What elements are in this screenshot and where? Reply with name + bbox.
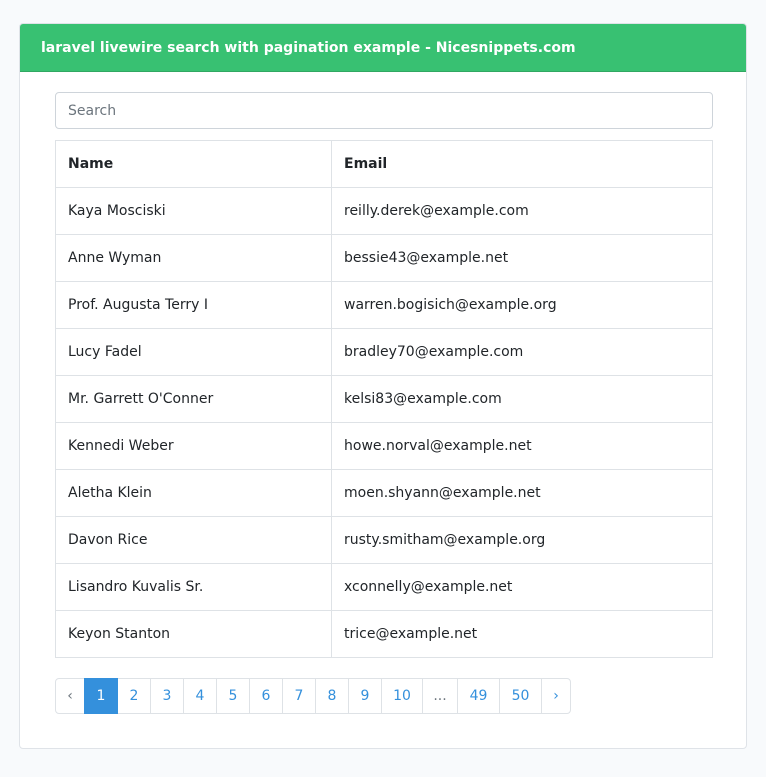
cell-email: howe.norval@example.net bbox=[331, 422, 713, 470]
table-row: Lucy Fadel bradley70@example.com bbox=[55, 328, 713, 376]
pagination-page-1[interactable]: 1 bbox=[84, 678, 118, 714]
cell-name: Davon Rice bbox=[55, 516, 332, 564]
pagination-page-8[interactable]: 8 bbox=[315, 678, 349, 714]
cell-name: Lucy Fadel bbox=[55, 328, 332, 376]
cell-email: bessie43@example.net bbox=[331, 234, 713, 282]
table-row: Prof. Augusta Terry I warren.bogisich@ex… bbox=[55, 281, 713, 329]
pagination-page-2[interactable]: 2 bbox=[117, 678, 151, 714]
pagination-page-9[interactable]: 9 bbox=[348, 678, 382, 714]
cell-name: Anne Wyman bbox=[55, 234, 332, 282]
cell-email: rusty.smitham@example.org bbox=[331, 516, 713, 564]
pagination-page-10[interactable]: 10 bbox=[381, 678, 423, 714]
cell-name: Kaya Mosciski bbox=[55, 187, 332, 235]
column-header-email: Email bbox=[331, 140, 713, 188]
pagination-ellipsis: ... bbox=[422, 678, 458, 714]
cell-name: Prof. Augusta Terry I bbox=[55, 281, 332, 329]
cell-name: Kennedi Weber bbox=[55, 422, 332, 470]
pagination-page-50[interactable]: 50 bbox=[499, 678, 542, 714]
pagination-page-7[interactable]: 7 bbox=[282, 678, 316, 714]
page-title: laravel livewire search with pagination … bbox=[41, 39, 576, 56]
table-row: Kennedi Weber howe.norval@example.net bbox=[55, 422, 713, 470]
cell-email: reilly.derek@example.com bbox=[331, 187, 713, 235]
cell-email: bradley70@example.com bbox=[331, 328, 713, 376]
cell-email: moen.shyann@example.net bbox=[331, 469, 713, 517]
pagination-prev-button: ‹ bbox=[55, 678, 85, 714]
pagination-next-button[interactable]: › bbox=[541, 678, 571, 714]
cell-name: Lisandro Kuvalis Sr. bbox=[55, 563, 332, 611]
table-header-row: Name Email bbox=[55, 140, 713, 188]
pagination-page-49[interactable]: 49 bbox=[457, 678, 500, 714]
pagination-page-6[interactable]: 6 bbox=[249, 678, 283, 714]
users-card: laravel livewire search with pagination … bbox=[19, 23, 747, 749]
cell-email: warren.bogisich@example.org bbox=[331, 281, 713, 329]
cell-email: trice@example.net bbox=[331, 610, 713, 658]
table-row: Davon Rice rusty.smitham@example.org bbox=[55, 516, 713, 564]
cell-email: xconnelly@example.net bbox=[331, 563, 713, 611]
table-row: Aletha Klein moen.shyann@example.net bbox=[55, 469, 713, 517]
table-row: Mr. Garrett O'Conner kelsi83@example.com bbox=[55, 375, 713, 423]
table-row: Anne Wyman bessie43@example.net bbox=[55, 234, 713, 282]
table-row: Kaya Mosciski reilly.derek@example.com bbox=[55, 187, 713, 235]
cell-name: Keyon Stanton bbox=[55, 610, 332, 658]
table-row: Keyon Stanton trice@example.net bbox=[55, 610, 713, 658]
pagination-page-3[interactable]: 3 bbox=[150, 678, 184, 714]
pagination-page-5[interactable]: 5 bbox=[216, 678, 250, 714]
column-header-name: Name bbox=[55, 140, 332, 188]
pagination: ‹ 1 2 3 4 5 6 7 8 9 10 ... 49 50 › bbox=[55, 678, 571, 714]
users-table: Name Email Kaya Mosciski reilly.derek@ex… bbox=[55, 140, 713, 658]
card-header: laravel livewire search with pagination … bbox=[20, 24, 746, 72]
cell-name: Mr. Garrett O'Conner bbox=[55, 375, 332, 423]
table-row: Lisandro Kuvalis Sr. xconnelly@example.n… bbox=[55, 563, 713, 611]
search-input[interactable] bbox=[55, 92, 713, 129]
cell-name: Aletha Klein bbox=[55, 469, 332, 517]
cell-email: kelsi83@example.com bbox=[331, 375, 713, 423]
pagination-page-4[interactable]: 4 bbox=[183, 678, 217, 714]
